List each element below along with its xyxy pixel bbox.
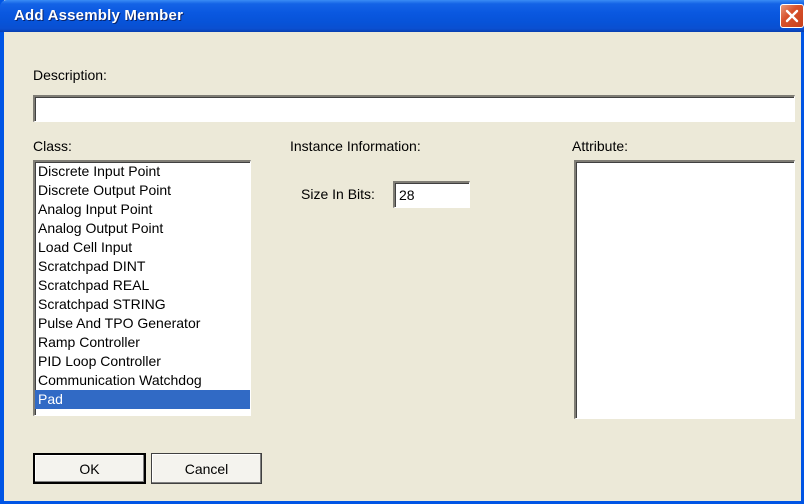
class-list-item[interactable]: Pulse And TPO Generator [35,314,250,333]
class-list-item[interactable]: PID Loop Controller [35,352,250,371]
description-field[interactable] [33,95,795,122]
class-list-item[interactable]: Scratchpad DINT [35,257,250,276]
class-list-item[interactable]: Scratchpad REAL [35,276,250,295]
title-bar[interactable]: Add Assembly Member [0,0,804,32]
class-list-item[interactable]: Ramp Controller [35,333,250,352]
class-listbox[interactable]: Discrete Input Point Discrete Output Poin… [33,160,251,416]
attribute-label: Attribute: [572,138,629,154]
class-list-item[interactable]: Load Cell Input [35,238,250,257]
dialog-title: Add Assembly Member [14,7,184,24]
size-in-bits-label: Size In Bits: [301,186,375,202]
class-list-item[interactable]: Scratchpad STRING [35,295,250,314]
size-in-bits-field[interactable] [393,181,470,208]
close-button[interactable] [780,4,804,28]
class-label: Class: [33,138,72,154]
class-list-item[interactable]: Communication Watchdog [35,371,250,390]
attribute-listbox[interactable] [574,160,795,419]
class-list-item[interactable]: Discrete Output Point [35,181,250,200]
class-list-item[interactable]: Analog Output Point [35,219,250,238]
instance-information-label: Instance Information: [290,138,421,154]
close-icon [785,9,799,23]
description-label: Description: [33,67,107,83]
description-input[interactable] [35,97,794,121]
size-in-bits-input[interactable] [395,183,469,207]
class-list-item[interactable]: Analog Input Point [35,200,250,219]
ok-button[interactable]: OK [33,453,146,484]
class-list-item[interactable]: Pad [35,390,250,409]
cancel-button[interactable]: Cancel [151,453,262,484]
class-list-item[interactable]: Discrete Input Point [35,162,250,181]
